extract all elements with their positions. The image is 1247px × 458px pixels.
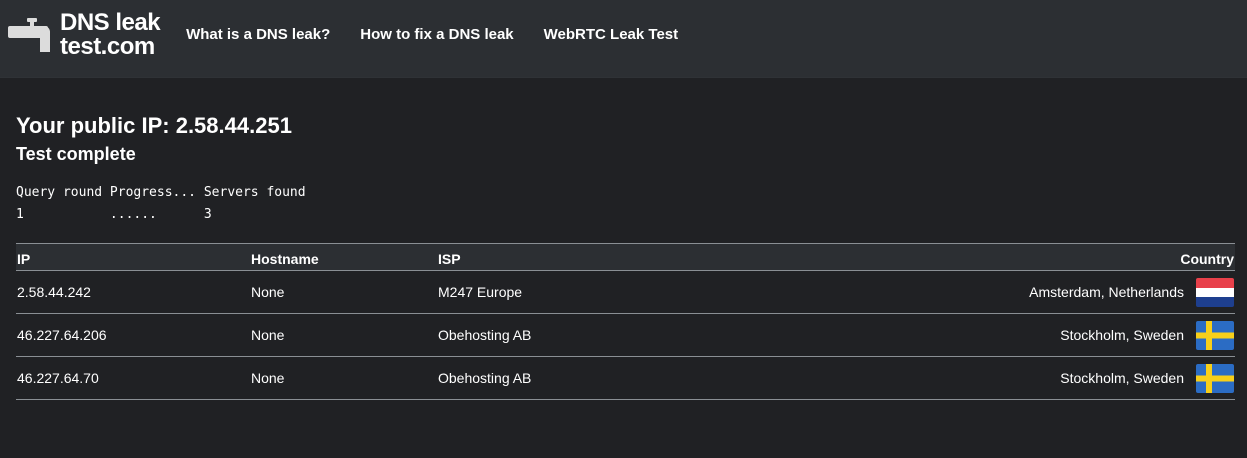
test-status: Test complete — [16, 144, 136, 164]
cell-ip: 46.227.64.70 — [16, 356, 250, 400]
public-ip-heading: Your public IP: 2.58.44.251 — [16, 113, 292, 138]
top-navbar: DNS leak test.com What is a DNS leak? Ho… — [0, 0, 1247, 78]
header-ip: IP — [16, 243, 250, 271]
table-row: 46.227.64.206 None Obehosting AB Stockho… — [16, 313, 1235, 357]
faucet-icon — [8, 17, 50, 52]
netherlands-flag-icon — [1196, 277, 1234, 307]
table-row: 46.227.64.70 None Obehosting AB Stockhol… — [16, 356, 1235, 400]
cell-hostname: None — [250, 270, 437, 314]
country-location: Amsterdam, Netherlands — [1029, 284, 1184, 300]
nav-link-how-to-fix[interactable]: How to fix a DNS leak — [360, 26, 513, 43]
nav-link-webrtc-test[interactable]: WebRTC Leak Test — [544, 26, 678, 43]
cell-ip: 2.58.44.242 — [16, 270, 250, 314]
brand-logo-link[interactable]: DNS leak test.com — [8, 8, 161, 69]
dns-servers-table: IP Hostname ISP Country 2.58.44.242 None… — [16, 243, 1235, 400]
brand-text: DNS leak test.com — [60, 8, 161, 60]
nav-link-what-is-dns-leak[interactable]: What is a DNS leak? — [186, 26, 330, 43]
cell-country: Stockholm, Sweden — [839, 356, 1235, 400]
progress-row: 1 ...... 3 — [16, 207, 212, 222]
table-row: 2.58.44.242 None M247 Europe Amsterdam, … — [16, 270, 1235, 314]
sweden-flag-icon — [1196, 363, 1234, 393]
cell-ip: 46.227.64.206 — [16, 313, 250, 357]
brand-line2: test.com — [60, 32, 155, 60]
nav-links: What is a DNS leak? How to fix a DNS lea… — [186, 26, 708, 43]
progress-header: Query round Progress... Servers found — [16, 185, 306, 200]
sweden-flag-icon — [1196, 320, 1234, 350]
cell-country: Amsterdam, Netherlands — [839, 270, 1235, 314]
cell-country: Stockholm, Sweden — [839, 313, 1235, 357]
cell-hostname: None — [250, 356, 437, 400]
country-location: Stockholm, Sweden — [1060, 327, 1184, 343]
country-location: Stockholm, Sweden — [1060, 370, 1184, 386]
query-progress: Query round Progress... Servers found 1 … — [16, 182, 1231, 226]
brand-line1: DNS leak — [60, 8, 161, 36]
table-header-row: IP Hostname ISP Country — [16, 243, 1235, 271]
header-hostname: Hostname — [250, 243, 437, 271]
header-country: Country — [839, 243, 1235, 271]
cell-isp: M247 Europe — [437, 270, 839, 314]
cell-isp: Obehosting AB — [437, 313, 839, 357]
header-isp: ISP — [437, 243, 839, 271]
cell-isp: Obehosting AB — [437, 356, 839, 400]
main-content: Your public IP: 2.58.44.251 Test complet… — [0, 113, 1247, 400]
cell-hostname: None — [250, 313, 437, 357]
